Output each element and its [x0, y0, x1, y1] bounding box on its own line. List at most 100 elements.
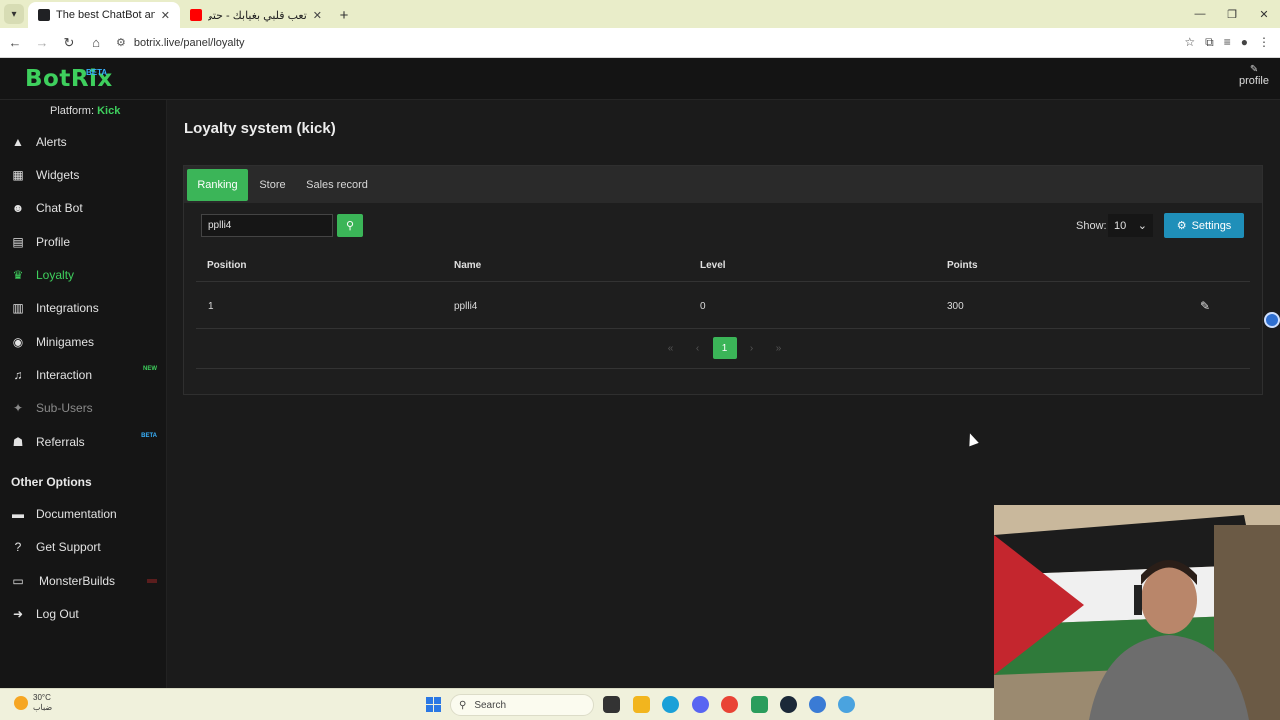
logout-icon: ➜ — [12, 607, 24, 621]
browser-menu-icon[interactable]: ⋮ — [1258, 35, 1270, 50]
tab-store[interactable]: Store — [250, 169, 295, 201]
platform-label: Platform: — [50, 105, 95, 117]
windows-taskbar: 30°C ضباب ⚲ Search — [0, 688, 994, 720]
close-icon[interactable]: ✕ — [161, 9, 170, 22]
chrome-icon[interactable] — [721, 696, 738, 713]
sidebar: Platform: Kick ▲ Alerts ▦ Widgets ☻ Chat… — [0, 100, 167, 688]
prev-page-button[interactable]: ‹ — [684, 337, 711, 359]
loyalty-panel: Ranking Store Sales record ⚲ Show: 10 ⌄ … — [183, 165, 1263, 395]
sidebar-item-sub-users[interactable]: ✦ Sub-Users — [0, 393, 167, 423]
media-icon[interactable]: ≡ — [1224, 35, 1231, 50]
sidebar-item-minigames[interactable]: ◉ Minigames — [0, 327, 167, 357]
page-size-value: 10 — [1114, 219, 1127, 232]
sidebar-item-get-support[interactable]: ? Get Support — [0, 532, 167, 562]
sidebar-item-label: Widgets — [36, 168, 80, 182]
sidebar-item-label: Chat Bot — [36, 201, 83, 215]
ad-badge — [147, 579, 157, 583]
tab-sales-record[interactable]: Sales record — [297, 169, 377, 201]
discord-icon[interactable] — [692, 696, 709, 713]
cell-level: 0 — [700, 301, 706, 312]
question-icon: ? — [14, 540, 22, 554]
column-header-name[interactable]: Name — [454, 260, 481, 271]
next-page-button[interactable]: › — [738, 337, 765, 359]
show-label: Show: — [1076, 220, 1107, 232]
windows-start-icon[interactable] — [426, 697, 441, 712]
minimize-icon[interactable]: — — [1184, 0, 1216, 28]
page-size-select[interactable]: 10 ⌄ — [1108, 214, 1153, 237]
webcam-overlay — [994, 505, 1280, 720]
panel-bottom-divider — [196, 368, 1250, 369]
sidebar-item-monsterbuilds[interactable]: ▭ MonsterBuilds — [0, 566, 167, 596]
extensions-icon[interactable]: ⧉ — [1205, 35, 1214, 50]
edge-icon[interactable] — [662, 696, 679, 713]
sidebar-item-documentation[interactable]: ▬ Documentation — [0, 499, 167, 529]
search-input[interactable] — [201, 214, 333, 237]
microphone-icon[interactable] — [1264, 312, 1280, 328]
sidebar-item-label: Referrals — [36, 435, 85, 449]
first-page-button[interactable]: « — [657, 337, 684, 359]
sidebar-item-label: Loyalty — [36, 268, 75, 282]
close-icon[interactable]: ✕ — [313, 9, 322, 22]
column-header-level[interactable]: Level — [700, 260, 726, 271]
browser-toolbar-actions: ☆ ⧉ ≡ ● ⋮ — [1184, 35, 1270, 50]
edit-pencil-icon[interactable]: ✎ — [1200, 299, 1210, 313]
robot-icon: ☻ — [11, 201, 25, 215]
platform-value: Kick — [97, 105, 121, 117]
site-info-icon[interactable]: ⚙ — [116, 36, 126, 49]
sidebar-item-label: Get Support — [36, 540, 101, 554]
browser-app-icon[interactable] — [809, 696, 826, 713]
reload-icon[interactable]: ↻ — [57, 31, 81, 55]
browser-tab-youtube[interactable]: تعب قلبي بغيابك - حتى الورد كذا ✕ — [180, 2, 332, 28]
users-icon: ☗ — [12, 435, 24, 449]
url-field[interactable]: ⚙ botrix.live/panel/loyalty — [116, 31, 1184, 55]
table-icon: ▥ — [12, 301, 24, 315]
loyalty-tabs: Ranking Store Sales record — [184, 166, 1262, 203]
laptop-icon: ▭ — [12, 574, 24, 588]
page-1-button[interactable]: 1 — [712, 337, 737, 359]
search-button[interactable]: ⚲ — [337, 214, 363, 237]
browser-tab-botrix[interactable]: The best ChatBot and Widgets ✕ — [28, 2, 180, 28]
column-header-points[interactable]: Points — [947, 260, 978, 271]
sidebar-item-widgets[interactable]: ▦ Widgets — [0, 160, 167, 190]
bookmark-star-icon[interactable]: ☆ — [1184, 35, 1195, 50]
back-icon[interactable]: ← — [3, 31, 27, 55]
tab-title: تعب قلبي بغيابك - حتى الورد كذا — [208, 9, 307, 22]
sidebar-item-interaction[interactable]: ♫ Interaction NEW — [0, 360, 167, 390]
tab-search-button[interactable]: ▾ — [4, 4, 24, 24]
settings-button[interactable]: ⚙ Settings — [1164, 213, 1244, 238]
close-window-icon[interactable]: ✕ — [1248, 0, 1280, 28]
taskbar-search[interactable]: ⚲ Search — [450, 694, 594, 716]
gamepad-icon: ◉ — [12, 335, 24, 349]
cell-name: pplli4 — [454, 301, 478, 312]
sidebar-item-referrals[interactable]: ☗ Referrals BETA — [0, 427, 167, 457]
platform-indicator: Platform: Kick — [50, 105, 120, 117]
address-bar-row: ← → ↻ ⌂ ⚙ botrix.live/panel/loyalty ☆ ⧉ … — [0, 28, 1280, 58]
sidebar-item-loyalty[interactable]: ♛ Loyalty — [0, 260, 167, 290]
column-header-position[interactable]: Position — [207, 260, 246, 271]
sidebar-item-alerts[interactable]: ▲ Alerts — [0, 127, 167, 157]
cell-position: 1 — [208, 301, 214, 312]
beta-badge: BETA — [141, 433, 157, 439]
webcam-image — [994, 505, 1280, 720]
tab-ranking[interactable]: Ranking — [187, 169, 248, 201]
sidebar-item-chat-bot[interactable]: ☻ Chat Bot — [0, 193, 167, 223]
weather-widget[interactable]: 30°C ضباب — [14, 693, 52, 713]
app-icon[interactable] — [838, 696, 855, 713]
account-avatar-icon[interactable]: ● — [1241, 35, 1248, 50]
file-explorer-icon[interactable] — [633, 696, 650, 713]
home-icon[interactable]: ⌂ — [84, 31, 108, 55]
sidebar-item-integrations[interactable]: ▥ Integrations — [0, 293, 167, 323]
task-view-icon[interactable] — [603, 696, 620, 713]
restore-icon[interactable]: ❐ — [1216, 0, 1248, 28]
last-page-button[interactable]: » — [765, 337, 792, 359]
steam-icon[interactable] — [780, 696, 797, 713]
sidebar-item-profile[interactable]: ▤ Profile — [0, 227, 167, 257]
new-tab-button[interactable]: + — [332, 2, 356, 28]
kick-app-icon[interactable] — [751, 696, 768, 713]
header-divider — [196, 281, 1250, 282]
sidebar-item-label: Alerts — [36, 135, 67, 149]
sidebar-item-log-out[interactable]: ➜ Log Out — [0, 599, 167, 629]
forward-icon[interactable]: → — [30, 31, 54, 55]
profile-link[interactable]: ✎ profile — [1239, 64, 1269, 87]
book-icon: ▬ — [12, 507, 24, 521]
